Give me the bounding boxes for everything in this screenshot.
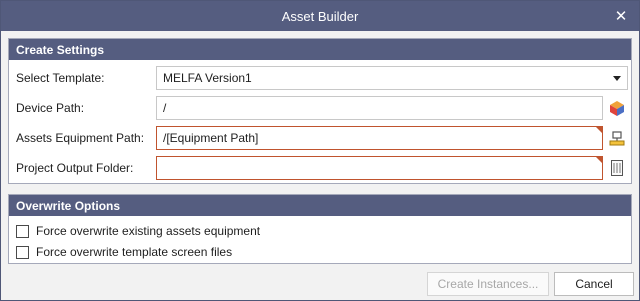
assets-equipment-path-value: /[Equipment Path]: [163, 131, 259, 145]
project-output-folder-label: Project Output Folder:: [16, 161, 134, 175]
force-template-checkbox[interactable]: [16, 245, 29, 259]
title-bar: Asset Builder ✕: [1, 1, 639, 31]
device-picker-icon[interactable]: [608, 98, 626, 118]
chevron-down-icon: [613, 76, 621, 81]
force-template-label: Force overwrite template screen files: [36, 245, 233, 259]
force-assets-checkbox[interactable]: [16, 224, 29, 238]
device-path-field[interactable]: /: [156, 96, 603, 120]
create-settings-header: Create Settings: [9, 39, 631, 60]
close-icon: ✕: [614, 8, 628, 25]
template-select[interactable]: MELFA Version1: [156, 66, 628, 90]
assets-equipment-path-field[interactable]: /[Equipment Path]: [156, 126, 603, 150]
dialog-title: Asset Builder: [281, 8, 359, 24]
assets-equipment-path-label: Assets Equipment Path:: [16, 131, 145, 145]
device-path-value: /: [163, 101, 167, 115]
close-button[interactable]: ✕: [612, 7, 630, 25]
folder-browse-icon[interactable]: [608, 158, 626, 178]
create-settings-group: Create Settings Select Template: MELFA V…: [8, 38, 632, 184]
cancel-button[interactable]: Cancel: [554, 272, 634, 296]
select-template-row: Select Template: MELFA Version1: [9, 66, 631, 90]
asset-builder-dialog: Asset Builder ✕ Create Settings Select T…: [0, 0, 640, 301]
project-output-folder-row: Project Output Folder:: [9, 156, 631, 180]
assets-equipment-path-row: Assets Equipment Path: /[Equipment Path]: [9, 126, 631, 150]
project-output-folder-field[interactable]: [156, 156, 603, 180]
select-template-label: Select Template:: [16, 71, 105, 85]
overwrite-options-header: Overwrite Options: [9, 195, 631, 216]
force-template-option[interactable]: Force overwrite template screen files: [16, 244, 232, 260]
overwrite-options-group: Overwrite Options Force overwrite existi…: [8, 194, 632, 264]
device-path-label: Device Path:: [16, 101, 85, 115]
template-select-value: MELFA Version1: [163, 71, 252, 85]
force-assets-option[interactable]: Force overwrite existing assets equipmen…: [16, 223, 260, 239]
force-assets-label: Force overwrite existing assets equipmen…: [36, 224, 261, 238]
device-path-row: Device Path: /: [9, 96, 631, 120]
create-instances-button[interactable]: Create Instances...: [427, 272, 549, 296]
equipment-picker-icon[interactable]: [608, 128, 626, 148]
